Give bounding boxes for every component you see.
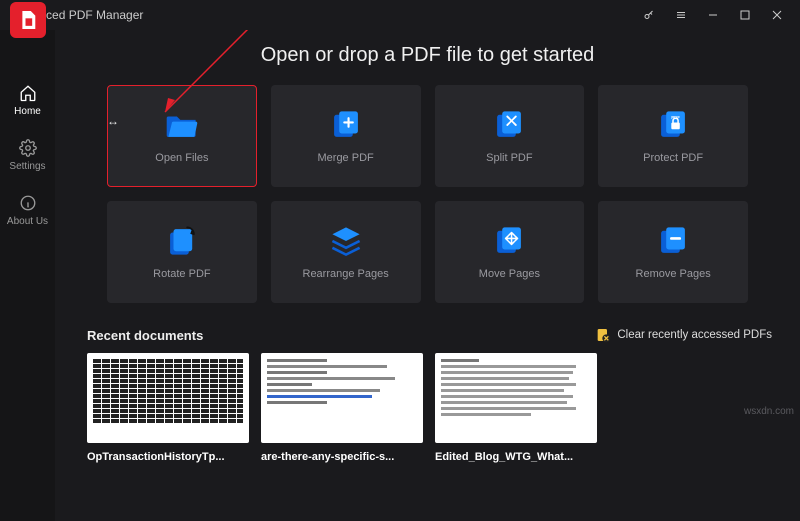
clear-label: Clear recently accessed PDFs xyxy=(617,329,772,341)
folder-icon xyxy=(165,108,199,142)
card-label: Protect PDF xyxy=(643,152,703,164)
home-icon xyxy=(19,84,37,102)
sidebar-item-about[interactable]: About Us xyxy=(0,186,55,241)
key-icon[interactable] xyxy=(634,3,664,27)
action-grid: Open Files Merge PDF Split PDF PDF Prote… xyxy=(79,85,776,303)
menu-icon[interactable] xyxy=(666,3,696,27)
watermark: wsxdn.com xyxy=(744,406,794,417)
remove-icon xyxy=(656,224,690,258)
action-open-files[interactable]: Open Files xyxy=(107,85,257,187)
info-icon xyxy=(19,194,37,212)
recent-documents: OpTransactionHistoryTp... are-there-any-… xyxy=(79,353,776,463)
clear-recent-button[interactable]: Clear recently accessed PDFs xyxy=(595,327,772,343)
split-icon xyxy=(492,108,526,142)
action-protect-pdf[interactable]: PDF Protect PDF xyxy=(598,85,748,187)
window-controls xyxy=(634,3,792,27)
lock-icon: PDF xyxy=(656,108,690,142)
action-rearrange-pages[interactable]: Rearrange Pages xyxy=(271,201,421,303)
recent-document[interactable]: OpTransactionHistoryTp... xyxy=(87,353,249,463)
action-merge-pdf[interactable]: Merge PDF xyxy=(271,85,421,187)
merge-icon xyxy=(329,108,363,142)
gear-icon xyxy=(19,139,37,157)
card-label: Remove Pages xyxy=(636,268,711,280)
doc-thumbnail xyxy=(435,353,597,443)
doc-name: are-there-any-specific-s... xyxy=(261,451,423,463)
nav-label: Home xyxy=(14,106,41,117)
close-button[interactable] xyxy=(762,3,792,27)
nav-label: About Us xyxy=(7,216,48,227)
doc-name: OpTransactionHistoryTp... xyxy=(87,451,249,463)
doc-thumbnail xyxy=(87,353,249,443)
action-remove-pages[interactable]: Remove Pages xyxy=(598,201,748,303)
nav-label: Settings xyxy=(9,161,45,172)
recent-header: Recent documents Clear recently accessed… xyxy=(87,327,772,343)
minimize-button[interactable] xyxy=(698,3,728,27)
doc-name: Edited_Blog_WTG_What... xyxy=(435,451,597,463)
app-logo-icon xyxy=(10,2,46,38)
recent-document[interactable]: Edited_Blog_WTG_What... xyxy=(435,353,597,463)
doc-thumbnail xyxy=(261,353,423,443)
card-label: Open Files xyxy=(155,152,208,164)
rotate-icon xyxy=(165,224,199,258)
sidebar-item-settings[interactable]: Settings xyxy=(0,131,55,186)
hero-title: Open or drop a PDF file to get started xyxy=(79,44,776,67)
main-content: ↔ Open or drop a PDF file to get started… xyxy=(55,30,800,521)
recent-document[interactable]: are-there-any-specific-s... xyxy=(261,353,423,463)
card-label: Merge PDF xyxy=(318,152,374,164)
action-move-pages[interactable]: Move Pages xyxy=(435,201,585,303)
clear-icon xyxy=(595,327,611,343)
action-rotate-pdf[interactable]: Rotate PDF xyxy=(107,201,257,303)
card-label: Rearrange Pages xyxy=(303,268,389,280)
recent-title: Recent documents xyxy=(87,328,203,343)
card-label: Split PDF xyxy=(486,152,532,164)
card-label: Move Pages xyxy=(479,268,540,280)
sidebar-item-home[interactable]: Home xyxy=(0,76,55,131)
action-split-pdf[interactable]: Split PDF xyxy=(435,85,585,187)
sidebar: Home Settings About Us xyxy=(0,30,55,521)
card-label: Rotate PDF xyxy=(153,268,210,280)
titlebar: Advanced PDF Manager xyxy=(0,0,800,30)
move-icon xyxy=(492,224,526,258)
maximize-button[interactable] xyxy=(730,3,760,27)
layers-icon xyxy=(329,224,363,258)
